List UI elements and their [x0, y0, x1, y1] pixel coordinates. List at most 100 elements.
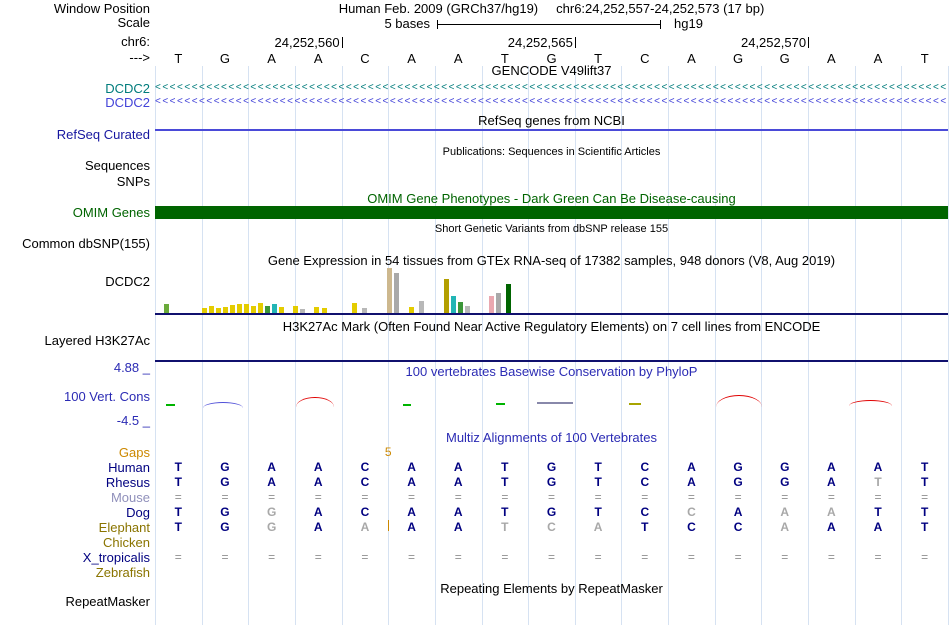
alignment-base: A: [313, 460, 323, 474]
gencode-title: GENCODE V49lift37: [491, 63, 612, 78]
alignment-base: T: [921, 460, 929, 474]
refseq-curated-line[interactable]: [155, 129, 948, 131]
alignment-base: G: [780, 460, 790, 474]
alignment-base: A: [313, 505, 323, 519]
phylop-mark: [296, 397, 334, 407]
dbsnp-title: Short Genetic Variants from dbSNP releas…: [434, 223, 669, 235]
alignment-base: T: [174, 520, 182, 534]
alignment-base: =: [314, 550, 322, 564]
alignment-base: A: [453, 505, 463, 519]
gencode-transcript[interactable]: <<<<<<<<<<<<<<<<<<<<<<<<<<<<<<<<<<<<<<<<…: [155, 96, 948, 108]
alignment-base: C: [640, 460, 650, 474]
h3k27ac-left-label: Layered H3K27Ac: [44, 333, 150, 348]
alignment-base: G: [733, 475, 743, 489]
alignment-base: =: [547, 490, 556, 504]
alignment-base: A: [780, 520, 790, 534]
alignment-base: =: [641, 550, 649, 564]
refseq-left-label: RefSeq Curated: [56, 127, 150, 142]
alignment-gap-size: 5: [384, 445, 392, 459]
coordinate-tick: [808, 37, 810, 48]
alignment-base: A: [313, 520, 323, 534]
alignment-base: T: [921, 520, 929, 534]
alignment-base: =: [174, 490, 182, 504]
alignment-base: =: [641, 490, 649, 504]
phylop-scale-bottom: -4.5 _: [116, 413, 150, 428]
phylop-mark: [629, 403, 641, 405]
gridline: [948, 66, 949, 625]
alignment-base: T: [174, 505, 182, 519]
alignment-base: A: [407, 505, 416, 519]
alignment-base: =: [734, 550, 742, 564]
alignment-base: A: [733, 505, 743, 519]
alignment-base: =: [221, 490, 229, 504]
alignment-base: T: [921, 475, 929, 489]
gencode-transcript[interactable]: <<<<<<<<<<<<<<<<<<<<<<<<<<<<<<<<<<<<<<<<…: [155, 82, 948, 94]
alignment-base: T: [641, 520, 649, 534]
scale-bar: [437, 20, 661, 29]
alignment-base: T: [501, 520, 509, 534]
gtex-tissue-bar: [230, 305, 235, 313]
gtex-tissue-bar: [272, 304, 277, 313]
gtex-tissue-bar: [451, 296, 456, 313]
alignment-base: C: [360, 505, 370, 519]
gtex-tissue-bar: [458, 302, 463, 313]
alignment-base: A: [407, 520, 416, 534]
alignment-base: =: [594, 550, 602, 564]
dbsnp-left-label: Common dbSNP(155): [22, 236, 150, 251]
alignment-base: =: [501, 550, 509, 564]
alignment-base: A: [873, 460, 883, 474]
multiz-species-label: Chicken: [103, 535, 150, 550]
alignment-base: C: [547, 520, 556, 534]
assembly-name: Human Feb. 2009 (GRCh37/hg19): [338, 1, 539, 16]
phylop-mark: [203, 402, 243, 408]
gtex-tissue-bar: [244, 304, 249, 313]
omim-title: OMIM Gene Phenotypes - Dark Green Can Be…: [367, 191, 736, 206]
alignment-base: =: [874, 550, 882, 564]
phylop-title: 100 vertebrates Basewise Conservation by…: [405, 364, 698, 379]
omim-gene-bar[interactable]: [155, 206, 948, 219]
phylop-mark: [496, 403, 505, 405]
genome-version-label: hg19: [674, 16, 703, 31]
alignment-base: T: [501, 460, 509, 474]
scale-bar-line: [437, 24, 661, 25]
alignment-base: T: [174, 475, 182, 489]
alignment-base: C: [687, 520, 696, 534]
alignment-base: G: [546, 460, 557, 474]
scale-label: Scale: [117, 15, 150, 30]
gtex-tissue-bar: [465, 306, 470, 313]
alignment-base: A: [453, 520, 463, 534]
alignment-base: =: [921, 550, 929, 564]
multiz-species-label: Human: [108, 460, 150, 475]
h3k27ac-baseline[interactable]: [155, 360, 948, 362]
alignment-base: =: [174, 550, 182, 564]
alignment-base: G: [266, 505, 277, 519]
publications-sequences-label: Sequences: [84, 158, 150, 173]
phylop-left-label: 100 Vert. Cons: [64, 389, 150, 404]
publications-title: Publications: Sequences in Scientific Ar…: [442, 146, 661, 158]
coordinate-tick: [574, 37, 576, 48]
alignment-base: A: [873, 520, 883, 534]
phylop-mark: [849, 400, 892, 406]
multiz-species-label: Rhesus: [105, 475, 150, 490]
alignment-base: G: [780, 475, 790, 489]
ucsc-genome-browser: Window Position Human Feb. 2009 (GRCh37/…: [0, 0, 950, 626]
alignment-base: A: [453, 475, 463, 489]
alignment-base: C: [360, 475, 370, 489]
phylop-scale-top: 4.88 _: [113, 360, 150, 375]
gtex-title: Gene Expression in 54 tissues from GTEx …: [267, 253, 836, 268]
publications-snps-label: SNPs: [116, 174, 150, 189]
phylop-mark: [166, 404, 175, 406]
alignment-base: G: [546, 475, 557, 489]
alignment-base: C: [640, 475, 650, 489]
alignment-base: A: [407, 460, 416, 474]
gtex-tissue-bar: [164, 304, 169, 313]
alignment-base: A: [827, 520, 836, 534]
gtex-tissue-bar: [293, 306, 298, 313]
strand-arrow-label: --->: [129, 50, 150, 65]
gtex-baseline: [155, 313, 948, 315]
alignment-base: T: [594, 460, 602, 474]
alignment-base: A: [827, 505, 836, 519]
multiz-species-label: Dog: [126, 505, 150, 520]
alignment-base: =: [874, 490, 882, 504]
position-range: chr6:24,252,557-24,252,573 (17 bp): [556, 1, 765, 16]
